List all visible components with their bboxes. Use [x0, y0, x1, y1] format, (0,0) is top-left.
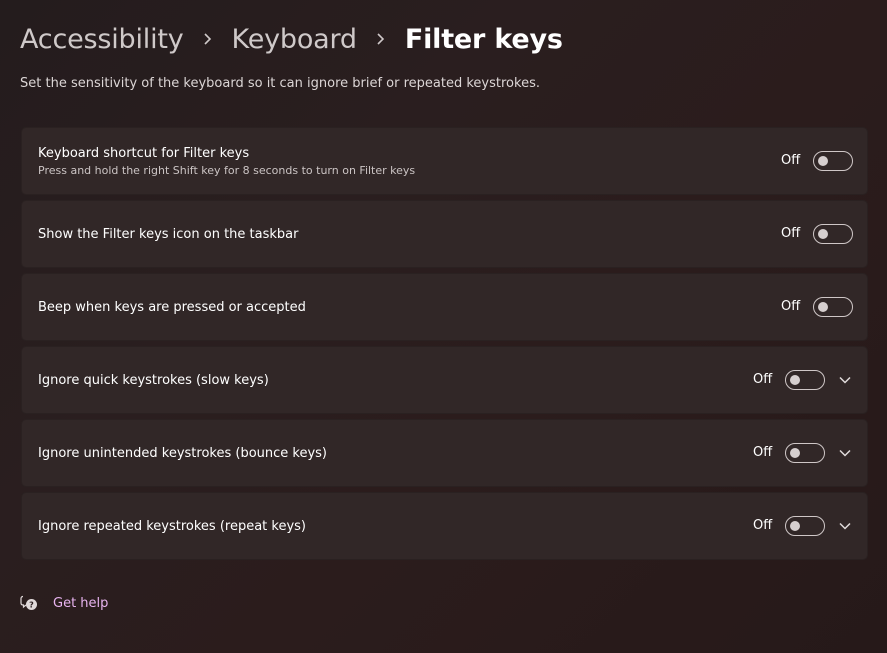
bounce-keys-toggle[interactable]: [785, 443, 825, 463]
setting-subtitle: Press and hold the right Shift key for 8…: [38, 164, 416, 177]
toggle-knob: [790, 448, 800, 458]
setting-row-slow-keys[interactable]: Ignore quick keystrokes (slow keys) Off: [21, 346, 868, 414]
chevron-down-icon[interactable]: [838, 519, 852, 533]
help-chat-icon: ?: [20, 594, 38, 612]
toggle-knob: [818, 302, 828, 312]
setting-row-beep[interactable]: Beep when keys are pressed or accepted O…: [21, 273, 868, 341]
toggle-state-label: Off: [781, 299, 801, 314]
beep-toggle[interactable]: [813, 297, 853, 317]
chevron-down-icon[interactable]: [838, 373, 852, 387]
breadcrumb-accessibility[interactable]: Accessibility: [20, 24, 184, 55]
setting-row-repeat-keys[interactable]: Ignore repeated keystrokes (repeat keys)…: [21, 492, 868, 560]
slow-keys-toggle[interactable]: [785, 370, 825, 390]
setting-title: Keyboard shortcut for Filter keys: [38, 146, 250, 161]
get-help-link[interactable]: Get help: [53, 596, 108, 611]
page-description: Set the sensitivity of the keyboard so i…: [20, 76, 540, 91]
page-title: Filter keys: [404, 23, 563, 55]
chevron-down-icon[interactable]: [838, 446, 852, 460]
repeat-keys-toggle[interactable]: [785, 516, 825, 536]
toggle-knob: [790, 375, 800, 385]
get-help[interactable]: ? Get help: [20, 594, 108, 612]
breadcrumb: Accessibility Keyboard Filter keys: [20, 20, 563, 58]
setting-title: Ignore quick keystrokes (slow keys): [38, 373, 269, 388]
toggle-state-label: Off: [781, 153, 801, 168]
toggle-state-label: Off: [753, 445, 773, 460]
setting-title: Show the Filter keys icon on the taskbar: [38, 227, 299, 242]
toggle-knob: [818, 156, 828, 166]
settings-list: Keyboard shortcut for Filter keys Press …: [21, 127, 868, 565]
setting-title: Ignore unintended keystrokes (bounce key…: [38, 446, 328, 461]
keyboard-shortcut-toggle[interactable]: [813, 151, 853, 171]
setting-title: Beep when keys are pressed or accepted: [38, 300, 306, 315]
taskbar-icon-toggle[interactable]: [813, 224, 853, 244]
chevron-right-icon: [375, 32, 387, 46]
setting-row-bounce-keys[interactable]: Ignore unintended keystrokes (bounce key…: [21, 419, 868, 487]
toggle-state-label: Off: [753, 372, 773, 387]
toggle-knob: [818, 229, 828, 239]
setting-row-taskbar-icon[interactable]: Show the Filter keys icon on the taskbar…: [21, 200, 868, 268]
toggle-state-label: Off: [781, 226, 801, 241]
breadcrumb-keyboard[interactable]: Keyboard: [232, 24, 358, 55]
toggle-knob: [790, 521, 800, 531]
toggle-state-label: Off: [753, 518, 773, 533]
chevron-right-icon: [202, 32, 214, 46]
setting-row-keyboard-shortcut[interactable]: Keyboard shortcut for Filter keys Press …: [21, 127, 868, 195]
svg-text:?: ?: [29, 601, 34, 610]
setting-title: Ignore repeated keystrokes (repeat keys): [38, 519, 307, 534]
